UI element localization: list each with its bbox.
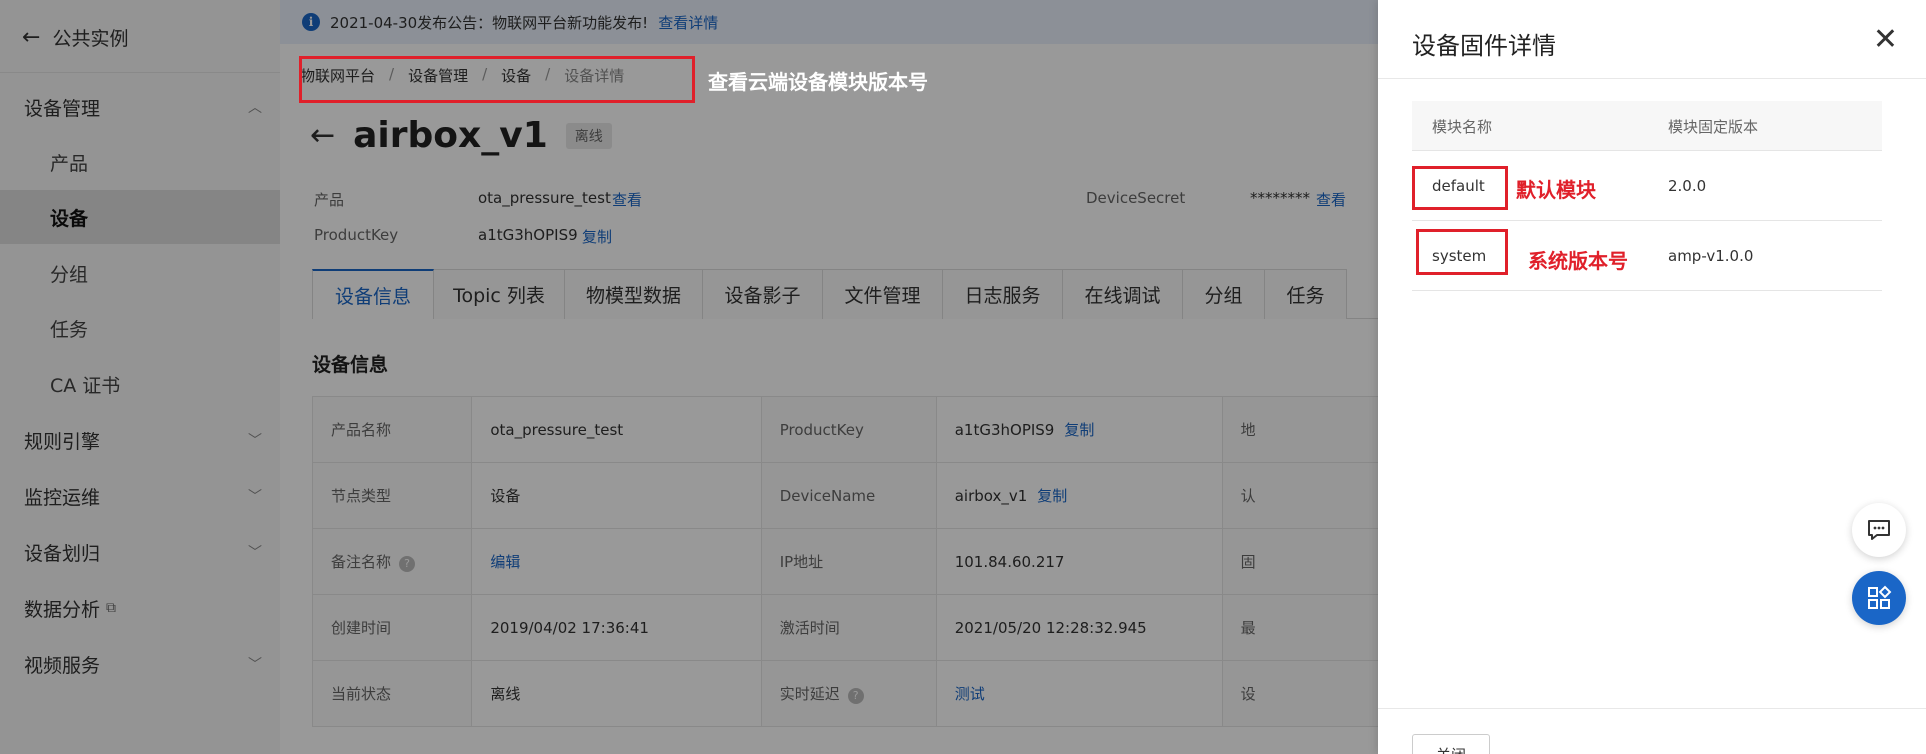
close-icon[interactable]: ✕ [1873,22,1898,57]
col-module-version: 模块固定版本 [1668,118,1759,136]
breadcrumb-highlight-box [299,56,695,103]
apps-grid-icon [1868,585,1892,609]
module-version: 2.0.0 [1668,177,1707,195]
default-highlight-box [1412,166,1508,210]
col-module-name: 模块名称 [1432,118,1493,136]
modal-overlay[interactable] [0,0,1378,754]
chat-button[interactable] [1852,503,1906,557]
drawer-title: 设备固件详情 [1412,32,1556,60]
drawer-footer-divider [1378,708,1926,709]
close-button[interactable]: 关闭 [1412,734,1490,754]
chat-icon [1868,520,1890,540]
firmware-table-header: 模块名称 模块固定版本 [1412,101,1882,151]
apps-button[interactable] [1852,571,1906,625]
annotation-system: 系统版本号 [1528,249,1628,273]
firmware-drawer: 设备固件详情 ✕ 模块名称 模块固定版本 default 2.0.0 syste… [1378,0,1926,754]
drawer-divider [1378,78,1926,79]
module-version: amp-v1.0.0 [1668,247,1754,265]
annotation-default: 默认模块 [1516,178,1596,202]
annotation-breadcrumb: 查看云端设备模块版本号 [708,70,928,94]
system-highlight-box [1416,229,1508,275]
